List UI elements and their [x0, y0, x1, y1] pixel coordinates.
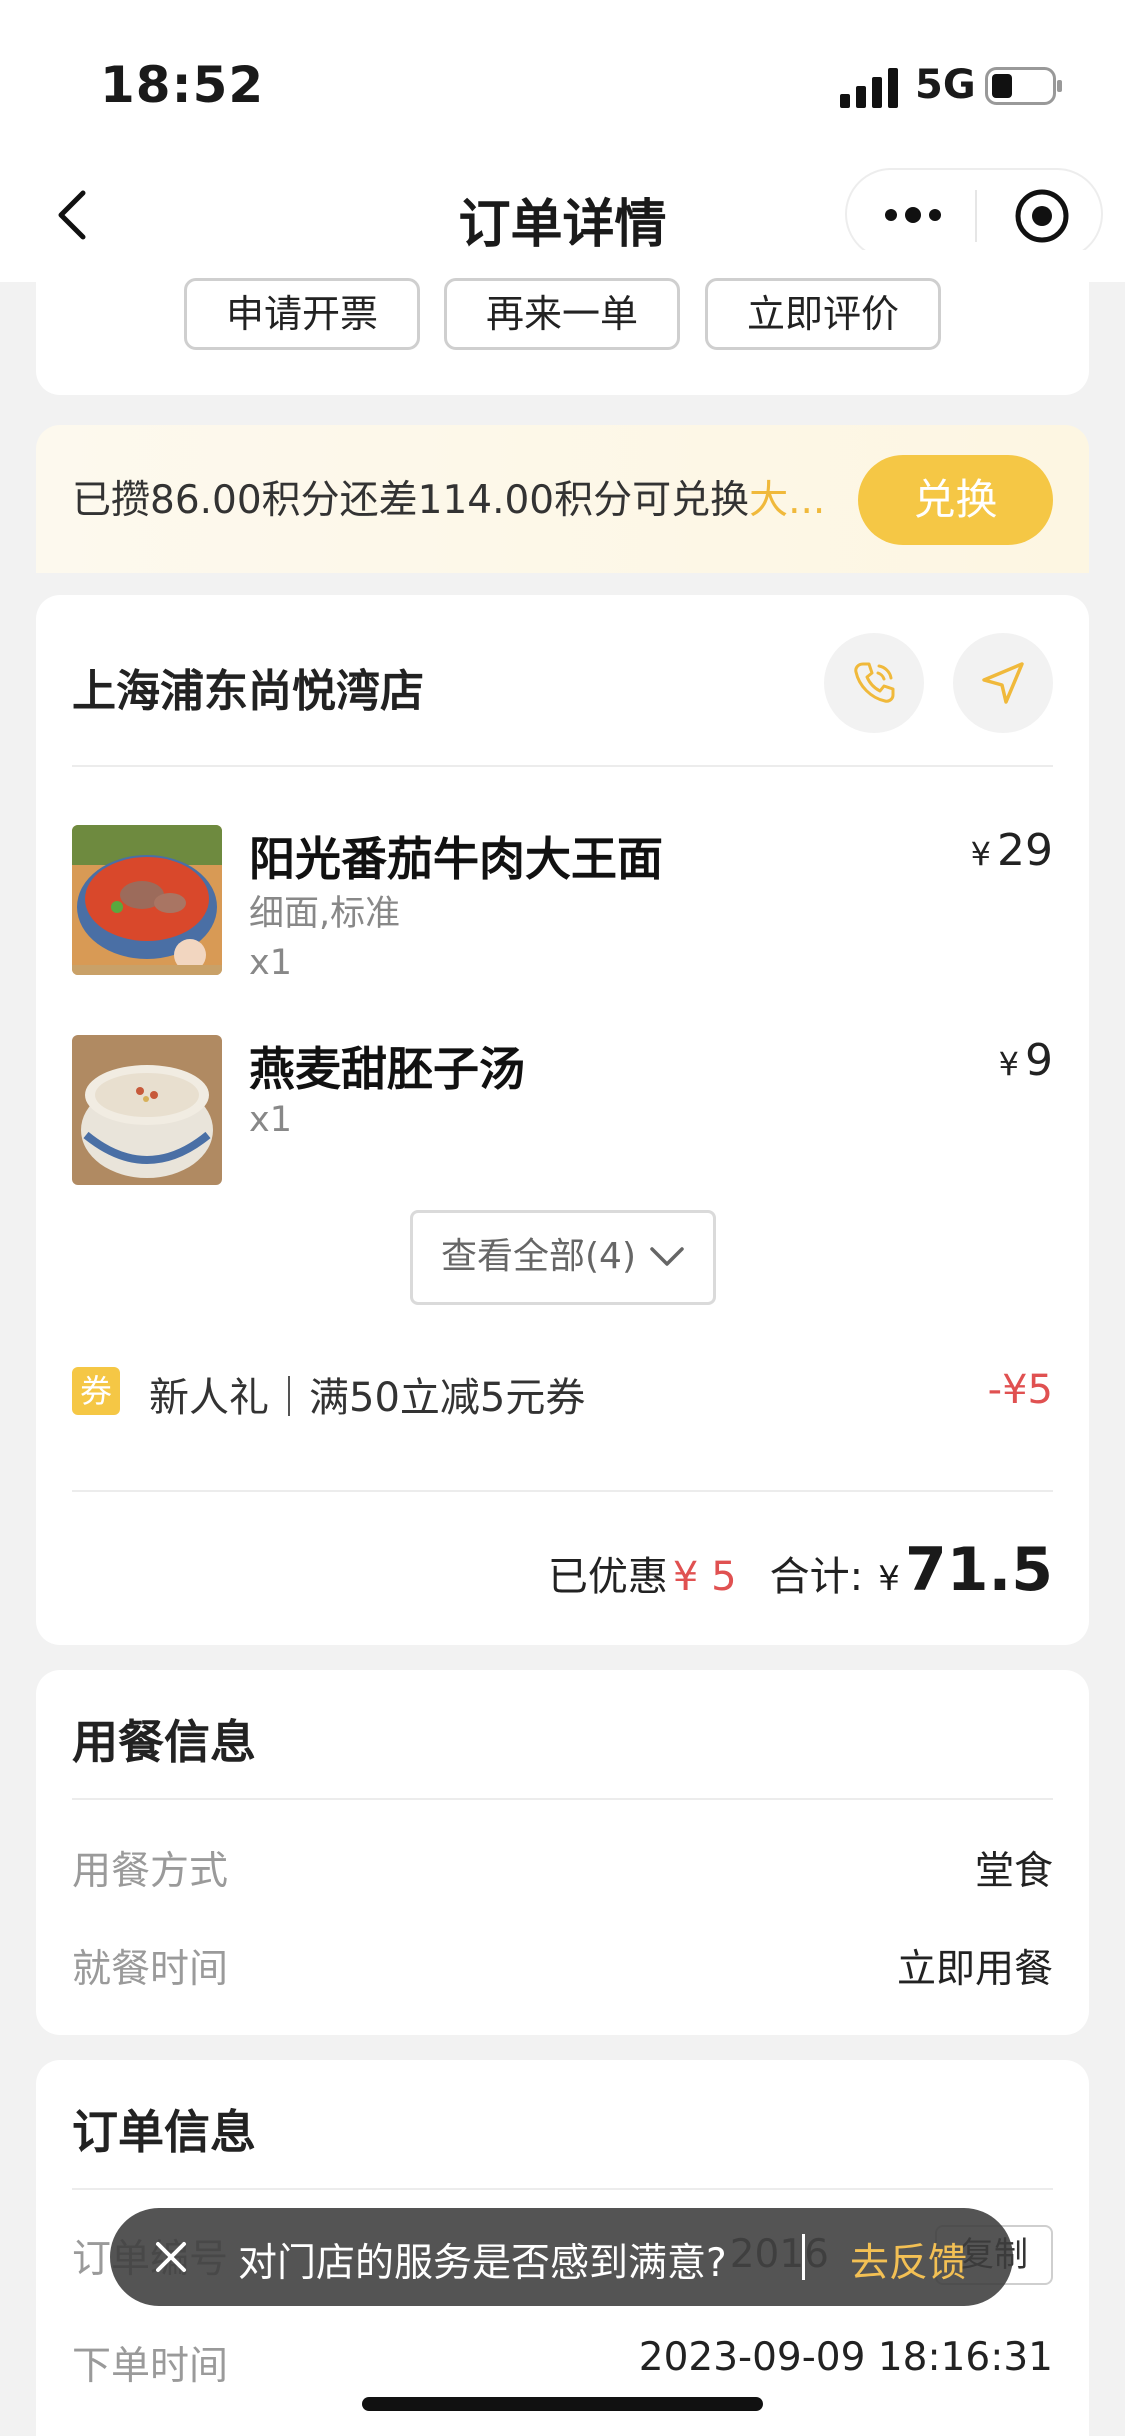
total-label: 合计:: [769, 1554, 864, 1600]
total-amount: 71.5: [904, 1535, 1053, 1605]
phone-icon: [854, 662, 895, 703]
call-store-button[interactable]: [824, 633, 924, 733]
item-price-value: 9: [1025, 1035, 1053, 1086]
dining-time-value: 立即用餐: [896, 1947, 1053, 1992]
coupon-description: 新人礼｜满50立减5元券: [149, 1375, 586, 1421]
discount-label: 已优惠: [547, 1554, 668, 1600]
home-indicator[interactable]: [362, 2397, 763, 2411]
review-button[interactable]: 立即评价: [705, 278, 941, 350]
dining-mode-value: 堂食: [974, 1849, 1053, 1894]
store-order-card: 上海浦东尚悦湾店 阳光番茄牛肉大王面 细面,标准 x1 ¥ 29 燕麦甜胚子汤 …: [36, 595, 1089, 1645]
noodle-bowl-image: [72, 825, 222, 975]
battery-icon: [985, 67, 1062, 105]
item-price: ¥29: [971, 825, 1053, 876]
order-detail-page: 18:52 5G 订单详情 申请开票 再来一单 立即评价 已攒86.00积分还差…: [0, 0, 1125, 2436]
status-time: 18:52: [100, 56, 265, 114]
soup-bowl-image: [72, 1035, 222, 1185]
view-all-items-button[interactable]: 查看全部(4): [410, 1210, 716, 1305]
section-divider: [72, 1798, 1053, 1800]
dining-mode-label: 用餐方式: [72, 1849, 229, 1894]
navigate-store-button[interactable]: [953, 633, 1053, 733]
mini-program-capsule: [845, 168, 1103, 260]
points-text-main: 已攒86.00积分还差114.00积分可兑换: [72, 478, 750, 523]
section-title: 用餐信息: [72, 1715, 256, 1769]
order-time-label: 下单时间: [72, 2344, 229, 2389]
chevron-down-icon: [650, 1247, 684, 1266]
order-summary: 已优惠 ¥ 5 合计: ¥ 71.5: [548, 1535, 1053, 1605]
item-image-oat-soup[interactable]: [72, 1035, 222, 1185]
item-price-value: 29: [997, 825, 1053, 876]
signal-icon: [840, 68, 898, 108]
item-image-tomato-beef-noodle[interactable]: [72, 825, 222, 975]
item-spec: 细面,标准: [249, 894, 401, 934]
store-name: 上海浦东尚悦湾店: [72, 666, 424, 717]
section-title: 订单信息: [72, 2105, 256, 2159]
store-divider: [72, 765, 1053, 767]
currency-symbol: ¥: [998, 1045, 1019, 1083]
dining-info-card: 用餐信息 用餐方式 堂食 就餐时间 立即用餐: [36, 1670, 1089, 2035]
more-icon[interactable]: [883, 200, 943, 230]
redeem-button[interactable]: 兑换: [858, 455, 1053, 545]
points-banner: 已攒86.00积分还差114.00积分可兑换大... 兑换: [36, 425, 1089, 573]
close-icon[interactable]: [154, 2240, 188, 2274]
discount-value: ¥ 5: [672, 1554, 737, 1600]
feedback-message: 对门店的服务是否感到满意?: [238, 2241, 727, 2286]
coupon-badge: 券: [72, 1367, 120, 1415]
points-text-highlight: 大...: [749, 478, 826, 523]
status-bar: 18:52 5G: [0, 0, 1125, 150]
go-feedback-button[interactable]: 去反馈: [850, 2232, 967, 2288]
item-name: 阳光番茄牛肉大王面: [249, 832, 663, 886]
reorder-button[interactable]: 再来一单: [444, 278, 680, 350]
dining-time-label: 就餐时间: [72, 1947, 229, 1992]
item-qty: x1: [249, 1100, 292, 1140]
currency-symbol: ¥: [970, 835, 991, 873]
invoice-button[interactable]: 申请开票: [184, 278, 420, 350]
section-divider: [72, 2188, 1053, 2190]
network-type: 5G: [915, 62, 976, 108]
order-actions-card: 申请开票 再来一单 立即评价: [36, 250, 1089, 395]
summary-divider: [72, 1490, 1053, 1492]
order-time-value: 2023-09-09 18:16:31: [638, 2335, 1053, 2380]
toast-divider: [802, 2234, 805, 2280]
item-qty: x1: [249, 943, 292, 983]
view-all-label: 查看全部(4): [441, 1236, 636, 1277]
capsule-divider: [975, 190, 977, 242]
item-price: ¥9: [999, 1035, 1053, 1086]
currency-symbol: ¥: [878, 1559, 900, 1599]
points-text: 已攒86.00积分还差114.00积分可兑换大...: [72, 469, 825, 525]
close-miniprogram-icon[interactable]: [1014, 188, 1070, 244]
item-name: 燕麦甜胚子汤: [249, 1042, 525, 1096]
coupon-value: -¥5: [987, 1367, 1053, 1413]
navigation-arrow-icon: [982, 662, 1024, 704]
feedback-toast: 对门店的服务是否感到满意? 去反馈: [110, 2208, 1013, 2306]
